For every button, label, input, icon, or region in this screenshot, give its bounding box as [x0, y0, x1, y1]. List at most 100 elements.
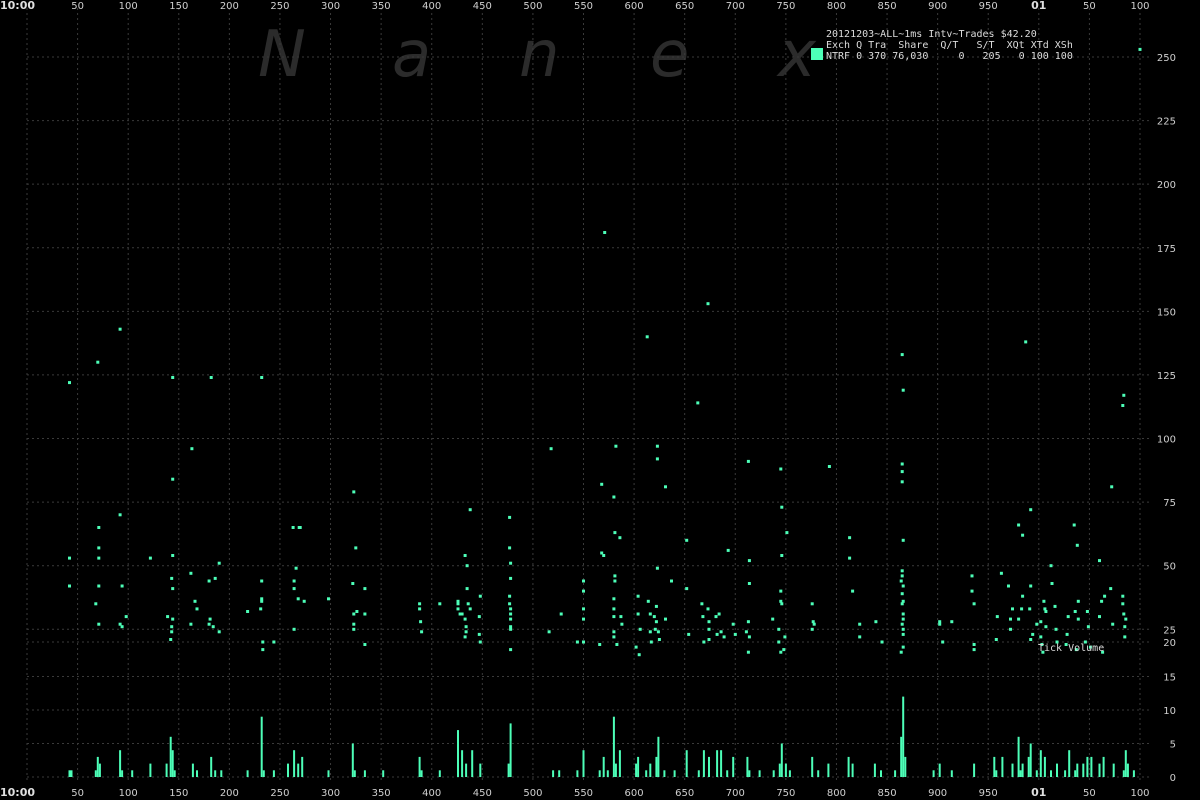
volume-bar — [465, 763, 468, 777]
trade-point — [634, 645, 638, 649]
trade-point — [292, 587, 296, 591]
volume-bar — [576, 770, 579, 777]
volume-bar — [1112, 763, 1115, 777]
trade-point — [418, 602, 422, 606]
trade-point — [1039, 620, 1043, 624]
trade-point — [700, 602, 704, 606]
trade-point — [354, 546, 358, 550]
y-tick-label: 175 — [1157, 244, 1176, 255]
trade-point — [468, 607, 472, 611]
trade-point — [618, 536, 622, 540]
trade-point — [972, 602, 976, 606]
chart-background — [0, 0, 1200, 800]
nanex-chart: Nanex 10:0010:00505010010015015020020025… — [0, 0, 1200, 800]
x-tick-label-top: 01 — [1031, 0, 1046, 12]
x-tick-label-top: 100 — [1130, 1, 1149, 12]
trade-point — [638, 627, 642, 631]
trade-point — [352, 612, 356, 616]
trade-point — [1024, 340, 1028, 344]
volume-bar — [606, 770, 609, 777]
trade-point — [582, 607, 585, 611]
x-tick-label-top: 600 — [625, 1, 644, 12]
trade-point — [646, 599, 650, 603]
trade-point — [363, 612, 367, 616]
trade-point — [363, 643, 367, 646]
volume-bar — [612, 716, 615, 777]
trade-point — [848, 556, 852, 560]
trade-point — [901, 627, 905, 631]
trade-point — [664, 485, 667, 489]
trade-point — [900, 592, 904, 596]
trade-point — [1021, 594, 1025, 598]
trade-point — [685, 538, 689, 542]
x-tick-label-top: 150 — [169, 1, 188, 12]
trade-point — [636, 594, 640, 598]
volume-tick-label: 0 — [1170, 773, 1176, 784]
trade-point — [1035, 622, 1039, 626]
x-tick-label-top: 350 — [372, 1, 391, 12]
x-tick-label-bottom: 250 — [270, 788, 289, 799]
trade-point — [612, 597, 616, 601]
trade-point — [1121, 404, 1125, 407]
volume-tick-label: 5 — [1170, 740, 1176, 751]
volume-bar — [614, 763, 617, 777]
watermark-letter: x — [776, 18, 817, 92]
x-tick-label-bottom: 650 — [675, 788, 694, 799]
volume-bar — [1011, 763, 1014, 777]
trade-point — [1121, 594, 1125, 598]
volume-bar — [1001, 756, 1004, 777]
volume-bar — [645, 770, 648, 777]
trade-point — [97, 556, 101, 560]
volume-bar — [778, 763, 781, 777]
trade-point — [1138, 47, 1142, 51]
watermark-letter: N — [258, 18, 306, 92]
trade-point — [418, 607, 422, 611]
trade-point — [901, 388, 905, 392]
x-tick-label-bottom: 100 — [1130, 788, 1149, 799]
volume-bar — [1050, 770, 1052, 777]
trade-point — [1011, 607, 1014, 611]
volume-bar — [598, 770, 601, 777]
trade-point — [655, 566, 659, 570]
legend-row: NTRF 0 370 76,030 0 205 0 100 100 — [826, 51, 1073, 62]
trade-point — [664, 617, 667, 621]
trade-point — [438, 602, 442, 606]
trade-point — [211, 625, 215, 629]
trade-point — [1028, 607, 1032, 611]
trade-point — [602, 554, 606, 557]
x-tick-label-top: 500 — [523, 1, 542, 12]
trade-point — [1029, 638, 1033, 641]
trade-point — [636, 612, 640, 616]
trade-point — [771, 617, 775, 621]
trade-point — [456, 607, 460, 611]
trade-point — [509, 627, 513, 631]
x-tick-label-bottom: 50 — [1083, 788, 1096, 799]
trade-point — [620, 622, 624, 626]
trade-point — [648, 630, 652, 634]
trade-point — [648, 612, 652, 616]
volume-bar — [685, 750, 688, 777]
x-tick-label-bottom: 350 — [372, 788, 391, 799]
trade-point — [508, 594, 512, 598]
trade-point — [166, 615, 170, 619]
volume-bar — [702, 750, 705, 777]
trade-point — [298, 526, 302, 529]
volume-bar — [1035, 770, 1038, 777]
volume-bar — [165, 763, 168, 777]
trade-point — [217, 630, 221, 634]
trade-point — [733, 632, 737, 636]
volume-bar — [637, 756, 640, 777]
volume-bar — [995, 770, 998, 777]
trade-point — [260, 376, 264, 379]
volume-bar — [171, 750, 174, 777]
trade-point — [747, 582, 751, 585]
trade-point — [94, 602, 98, 606]
trade-point — [612, 495, 616, 499]
trade-point — [746, 620, 750, 624]
volume-bar — [301, 756, 304, 777]
volume-bar — [880, 770, 882, 777]
trade-point — [995, 615, 999, 619]
trade-point — [363, 587, 367, 591]
x-tick-label-bottom: 950 — [979, 788, 998, 799]
volume-bar — [1019, 770, 1022, 777]
